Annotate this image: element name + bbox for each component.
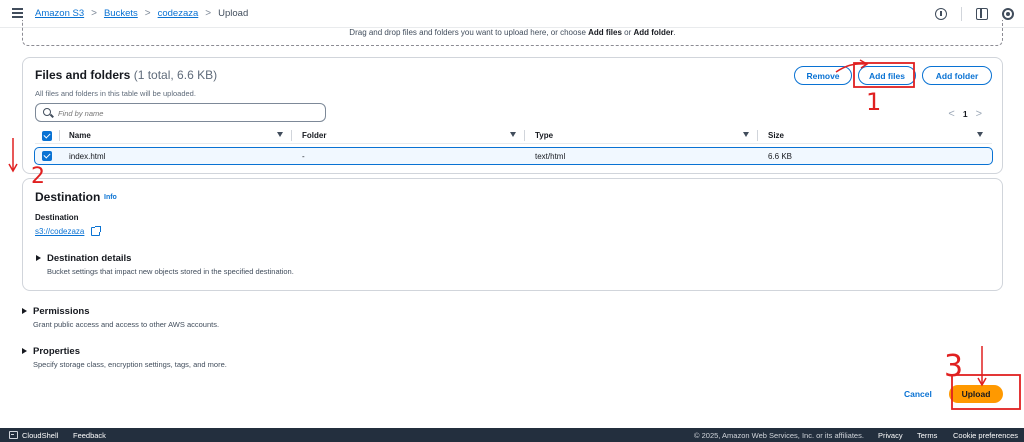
destination-info-link[interactable]: Info: [104, 194, 117, 201]
select-all-checkbox[interactable]: [42, 131, 52, 141]
cell-size: 6.6 KB: [768, 152, 793, 161]
search-icon: [43, 108, 51, 116]
destination-s3-link[interactable]: s3://codezaza: [35, 227, 84, 236]
search-box[interactable]: [35, 103, 326, 122]
cancel-button[interactable]: Cancel: [904, 389, 932, 399]
destination-details-description: Bucket settings that impact new objects …: [47, 267, 294, 276]
table-header: Name Folder Type Size: [35, 128, 992, 144]
pagination: < 1 >: [940, 108, 990, 120]
info-icon[interactable]: [935, 8, 947, 20]
previous-page-icon[interactable]: <: [948, 108, 954, 120]
feedback-link[interactable]: Feedback: [73, 431, 106, 440]
column-divider: [59, 130, 60, 141]
files-and-folders-panel: Files and folders (1 total, 6.6 KB) All …: [22, 57, 1003, 174]
table-row[interactable]: index.html - text/html 6.6 KB: [34, 147, 993, 165]
properties-description: Specify storage class, encryption settin…: [33, 360, 227, 369]
breadcrumb-separator: >: [91, 8, 97, 19]
column-header-folder[interactable]: Folder: [302, 131, 326, 140]
search-input[interactable]: [58, 107, 318, 119]
cell-name: index.html: [69, 152, 106, 161]
breadcrumb: Amazon S3 > Buckets > codezaza > Upload: [35, 8, 248, 19]
dropzone-text: Drag and drop files and folders you want…: [349, 28, 676, 37]
sort-caret-icon[interactable]: [510, 132, 516, 137]
console-footer: CloudShell Feedback © 2025, Amazon Web S…: [0, 428, 1024, 442]
column-divider: [291, 130, 292, 141]
breadcrumb-buckets[interactable]: Buckets: [104, 8, 138, 19]
add-files-button[interactable]: Add files: [858, 66, 916, 85]
caret-right-icon[interactable]: [22, 348, 27, 354]
column-divider: [757, 130, 758, 141]
divider: [961, 7, 962, 21]
destination-label: Destination: [35, 213, 79, 222]
destination-panel: Destination Info Destination s3://codeza…: [22, 178, 1003, 291]
menu-icon[interactable]: [12, 8, 23, 18]
column-divider: [524, 130, 525, 141]
destination-title: Destination: [35, 190, 101, 204]
column-header-size[interactable]: Size: [768, 131, 784, 140]
upload-dropzone[interactable]: Drag and drop files and folders you want…: [22, 20, 1003, 46]
sort-caret-icon[interactable]: [277, 132, 283, 137]
row-checkbox[interactable]: [42, 151, 52, 161]
settings-icon[interactable]: [1002, 8, 1014, 20]
cloudshell-icon[interactable]: [9, 431, 18, 439]
column-header-name[interactable]: Name: [69, 131, 91, 140]
sort-caret-icon[interactable]: [977, 132, 983, 137]
caret-right-icon[interactable]: [36, 255, 41, 261]
cell-type: text/html: [535, 152, 566, 161]
privacy-link[interactable]: Privacy: [878, 431, 903, 440]
annotation-number-3: 3: [944, 349, 963, 384]
breadcrumb-amazon-s3[interactable]: Amazon S3: [35, 8, 84, 19]
add-folder-button[interactable]: Add folder: [922, 66, 992, 85]
permissions-toggle[interactable]: Permissions: [33, 306, 90, 317]
page-number[interactable]: 1: [963, 109, 968, 119]
side-panel-icon[interactable]: [976, 8, 988, 20]
caret-right-icon[interactable]: [22, 308, 27, 314]
cloudshell-link[interactable]: CloudShell: [22, 431, 58, 440]
permissions-description: Grant public access and access to other …: [33, 320, 220, 329]
breadcrumb-separator: >: [144, 8, 151, 19]
files-count: (1 total, 6.6 KB): [133, 68, 218, 82]
sort-caret-icon[interactable]: [743, 132, 749, 137]
annotation-arrowhead-upload: [977, 377, 987, 387]
upload-button[interactable]: Upload: [949, 385, 1003, 403]
files-section-subtitle: All files and folders in this table will…: [35, 89, 196, 98]
annotation-arrowhead-row: [8, 163, 18, 173]
breadcrumb-bucket-codezaza[interactable]: codezaza: [158, 8, 199, 19]
terms-link[interactable]: Terms: [917, 431, 937, 440]
remove-button[interactable]: Remove: [794, 66, 852, 85]
external-link-icon[interactable]: [91, 226, 101, 236]
breadcrumb-current-upload: Upload: [218, 8, 249, 19]
cookie-preferences-link[interactable]: Cookie preferences: [953, 431, 1018, 440]
cell-folder: -: [302, 152, 305, 161]
column-header-type[interactable]: Type: [535, 131, 553, 140]
properties-toggle[interactable]: Properties: [33, 346, 80, 357]
files-section-title: Files and folders (1 total, 6.6 KB): [35, 68, 218, 82]
breadcrumb-separator: >: [205, 8, 212, 19]
next-page-icon[interactable]: >: [976, 108, 982, 120]
copyright-text: © 2025, Amazon Web Services, Inc. or its…: [694, 431, 864, 440]
destination-details-toggle[interactable]: Destination details: [47, 253, 131, 264]
